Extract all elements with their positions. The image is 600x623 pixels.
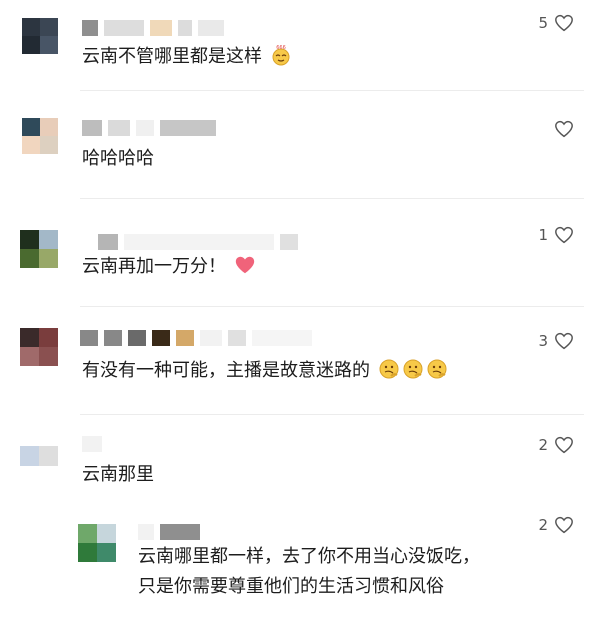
username-blurred[interactable]: [138, 524, 200, 540]
heart-outline-icon: [555, 120, 573, 138]
heart-outline-icon: [555, 14, 573, 32]
avatar[interactable]: [22, 18, 58, 54]
comment-text: 云南那里: [82, 464, 154, 485]
reply-text-line-1: 云南哪里都一样，去了你不用当心没饭吃，: [138, 546, 480, 567]
heart-outline-icon: [555, 516, 573, 534]
like-count: 1: [538, 226, 548, 244]
like-button[interactable]: 2: [538, 436, 574, 454]
comment-1: 云南不管哪里都是这样 666 5: [0, 0, 600, 90]
username-blurred[interactable]: [82, 120, 216, 136]
thinking-face-icon: [379, 359, 399, 379]
username-blurred[interactable]: [98, 234, 298, 250]
avatar[interactable]: [20, 446, 58, 466]
username-blurred[interactable]: [80, 330, 312, 346]
comment-4: 有没有一种可能，主播是故意迷路的 3: [0, 306, 600, 414]
comment-text: 有没有一种可能，主播是故意迷路的: [82, 358, 448, 384]
like-button[interactable]: 5: [538, 14, 574, 32]
heart-outline-icon: [555, 226, 573, 244]
like-button[interactable]: 1: [538, 226, 574, 244]
username-blurred[interactable]: [82, 436, 102, 452]
heart-outline-icon: [555, 436, 573, 454]
like-count: 3: [538, 332, 548, 350]
like-button[interactable]: 2: [538, 516, 574, 534]
like-count: 2: [538, 436, 548, 454]
like-count: 5: [538, 14, 548, 32]
heart-outline-icon: [555, 332, 573, 350]
svg-text:666: 666: [276, 45, 286, 51]
reply-text-line-2: 只是你需要尊重他们的生活习惯和风俗: [138, 576, 444, 597]
pink-heart-icon: [235, 256, 254, 274]
comment-text: 哈哈哈哈: [82, 148, 154, 169]
comment-5: 云南那里 2: [0, 414, 600, 502]
like-count: 2: [538, 516, 548, 534]
comment-2: 哈哈哈哈: [0, 90, 600, 198]
comment-3: 云南再加一万分！ 1: [0, 198, 600, 306]
avatar[interactable]: [78, 524, 116, 562]
comment-text: 云南再加一万分！: [82, 254, 256, 280]
comment-text: 云南不管哪里都是这样 666: [82, 44, 292, 70]
like-button[interactable]: [548, 120, 574, 138]
avatar[interactable]: [20, 230, 58, 268]
reply: 云南哪里都一样，去了你不用当心没饭吃， 只是你需要尊重他们的生活习惯和风俗 2: [0, 502, 600, 623]
avatar[interactable]: [22, 118, 58, 154]
smug-face-666-icon: 666: [272, 45, 290, 66]
thinking-face-icon: [427, 359, 447, 379]
username-blurred[interactable]: [82, 20, 224, 36]
avatar[interactable]: [20, 328, 58, 366]
thinking-face-icon: [403, 359, 423, 379]
like-button[interactable]: 3: [538, 332, 574, 350]
